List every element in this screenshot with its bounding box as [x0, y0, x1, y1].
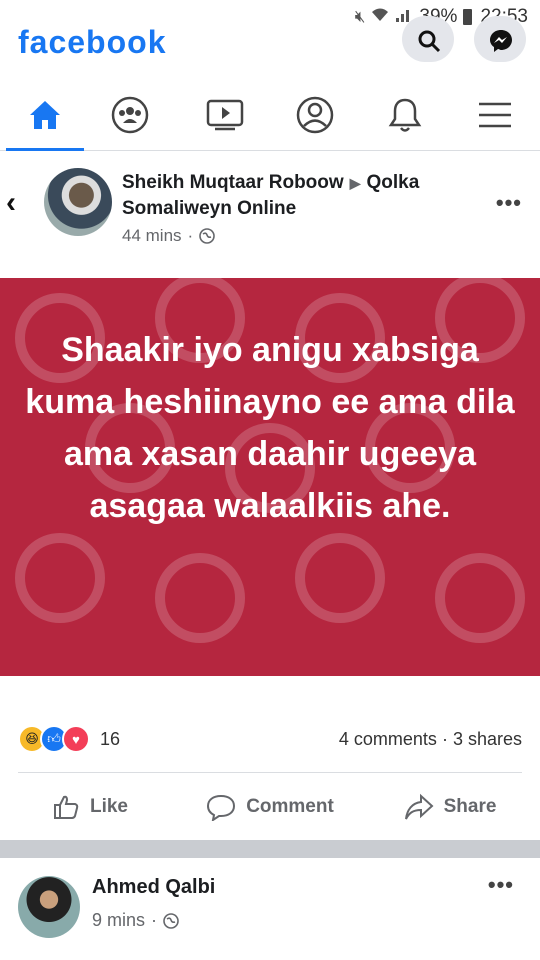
globe-icon — [199, 228, 216, 244]
post-meta: 44 mins · — [122, 226, 216, 246]
post-header: ‹ Sheikh Muqtaar Roboow ▶ Qolka Somaliweyn… — [0, 160, 540, 270]
separator-dot: · — [151, 910, 158, 930]
post-actions: Like Comment Share — [0, 782, 540, 832]
watch-icon — [206, 99, 244, 131]
post-time[interactable]: 9 mins — [92, 910, 145, 931]
like-icon — [53, 795, 79, 819]
nav-bar — [0, 80, 540, 151]
more-options-icon[interactable]: ••• — [488, 872, 514, 898]
divider — [18, 772, 522, 773]
search-button[interactable] — [402, 16, 454, 62]
next-post-header: Ahmed Qalbi 9 mins · ••• — [0, 858, 540, 960]
post-meta: 9 mins · — [92, 910, 179, 931]
shares-count[interactable]: 3 shares — [453, 729, 522, 749]
facebook-logo[interactable]: facebook — [18, 24, 166, 61]
menu-icon — [479, 102, 511, 128]
comments-count[interactable]: 4 comments — [339, 729, 437, 749]
share-label: Share — [443, 796, 497, 817]
home-icon — [30, 101, 60, 129]
globe-icon — [163, 912, 179, 929]
more-options-icon[interactable]: ••• — [496, 190, 522, 216]
arrow-right-icon: ▶ — [349, 175, 361, 191]
wifi-icon — [371, 7, 389, 28]
search-icon — [418, 30, 441, 53]
tab-groups[interactable] — [85, 80, 175, 150]
tab-profile[interactable] — [270, 80, 360, 150]
reaction-count: 16 — [100, 728, 121, 749]
tab-menu[interactable] — [450, 80, 540, 150]
tab-watch[interactable] — [180, 80, 270, 150]
back-chevron-icon[interactable]: ‹ — [6, 186, 16, 220]
tab-notifications[interactable] — [360, 80, 450, 150]
comment-button[interactable]: Comment — [180, 782, 360, 832]
separator-dot: · — [187, 226, 194, 245]
like-label: Like — [89, 796, 129, 817]
post-author-line: Sheikh Muqtaar Roboow ▶ Qolka Somaliweyn O… — [122, 170, 482, 222]
like-button[interactable]: Like — [0, 782, 180, 832]
comment-label: Comment — [246, 796, 334, 817]
reactions-summary[interactable]: 😆︎ 👍︎ ♥ 16 — [18, 725, 120, 753]
messenger-icon — [490, 30, 512, 52]
avatar[interactable] — [44, 168, 112, 236]
post-time[interactable]: 44 mins — [122, 226, 182, 246]
battery-icon — [463, 9, 473, 25]
groups-icon — [111, 96, 149, 134]
avatar[interactable] — [18, 876, 80, 938]
profile-icon — [296, 96, 334, 134]
mute-icon: 🔇︎ — [354, 7, 366, 26]
feed-separator — [0, 840, 540, 858]
messenger-button[interactable] — [474, 16, 526, 62]
post-background-card: Shaakir iyo anigu xabsiga kuma heshiinay… — [0, 278, 540, 676]
bell-icon — [388, 98, 422, 132]
share-icon — [404, 793, 434, 820]
author-name[interactable]: Sheikh Muqtaar Roboow — [122, 172, 344, 193]
love-reaction-icon: ♥ — [62, 725, 90, 753]
tab-home[interactable] — [0, 80, 90, 151]
engagement-stats[interactable]: 4 comments · 3 shares — [339, 729, 522, 750]
separator-dot: · — [441, 729, 453, 749]
comment-icon — [207, 794, 236, 821]
share-button[interactable]: Share — [360, 782, 540, 832]
author-name[interactable]: Ahmed Qalbi — [92, 876, 215, 899]
post-text: Shaakir iyo anigu xabsiga kuma heshiinay… — [25, 331, 515, 525]
